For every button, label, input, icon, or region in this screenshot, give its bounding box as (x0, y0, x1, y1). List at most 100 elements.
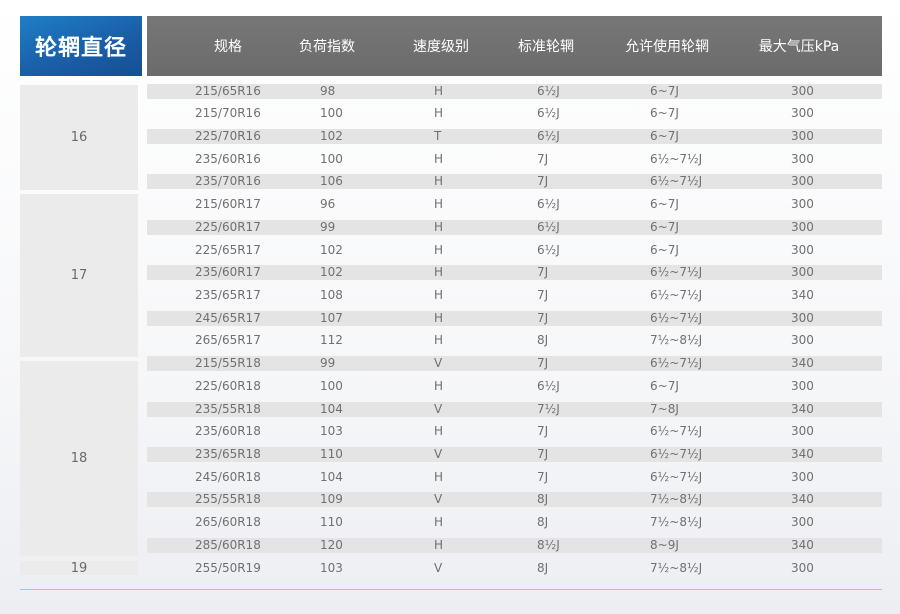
cell-load-index: 100 (320, 106, 343, 120)
table-row: 215/60R17 96 H 6½J 6~7J 300 (147, 197, 882, 212)
cell-max-pressure: 300 (791, 333, 814, 347)
cell-spec: 265/65R17 (195, 333, 261, 347)
cell-standard-rim: 6½J (537, 243, 560, 257)
cell-load-index: 109 (320, 492, 343, 506)
cell-speed-rating: H (434, 424, 444, 438)
cell-allowed-rim: 6~7J (650, 379, 679, 393)
cell-standard-rim: 7J (537, 288, 549, 302)
table-row: 265/65R17 112 H 8J 7½~8½J 300 (147, 333, 882, 348)
rim-size-18: 18 (20, 361, 138, 556)
header-max-pressure: 最大气压kPa (758, 39, 840, 55)
table-row: 265/60R18 110 H 8J 7½~8½J 300 (147, 515, 882, 530)
cell-spec: 235/60R18 (195, 424, 261, 438)
cell-speed-rating: H (434, 197, 444, 211)
table-row: 245/65R17 107 H 7J 6½~7½J 300 (147, 311, 882, 326)
cell-load-index: 104 (320, 470, 343, 484)
cell-spec: 235/70R16 (195, 174, 261, 188)
cell-load-index: 96 (320, 197, 336, 211)
cell-load-index: 108 (320, 288, 343, 302)
bottom-divider (20, 589, 882, 590)
cell-load-index: 102 (320, 243, 343, 257)
cell-standard-rim: 6½J (537, 129, 560, 143)
cell-max-pressure: 300 (791, 243, 814, 257)
table-row: 235/65R17 108 H 7J 6½~7½J 340 (147, 288, 882, 303)
cell-spec: 215/60R17 (195, 197, 261, 211)
cell-max-pressure: 300 (791, 515, 814, 529)
cell-standard-rim: 8J (537, 492, 549, 506)
cell-standard-rim: 8J (537, 333, 549, 347)
cell-speed-rating: H (434, 84, 444, 98)
table-row: 225/60R18 100 H 6½J 6~7J 300 (147, 379, 882, 394)
cell-load-index: 100 (320, 152, 343, 166)
cell-allowed-rim: 6½~7½J (650, 288, 703, 302)
cell-allowed-rim: 8~9J (650, 538, 679, 552)
cell-speed-rating: H (434, 515, 444, 529)
cell-spec: 255/50R19 (195, 561, 261, 575)
cell-allowed-rim: 7~8J (650, 402, 679, 416)
cell-max-pressure: 300 (791, 470, 814, 484)
table-header: 规格 负荷指数 速度级别 标准轮辋 允许使用轮辋 最大气压kPa (147, 16, 882, 76)
cell-max-pressure: 300 (791, 174, 814, 188)
cell-load-index: 106 (320, 174, 343, 188)
cell-spec: 225/70R16 (195, 129, 261, 143)
table-row: 235/65R18 110 V 7J 6½~7½J 340 (147, 447, 882, 462)
header-standard-rim: 标准轮辋 (518, 39, 574, 55)
rim-size-17: 17 (20, 194, 138, 357)
table-row: 235/60R17 102 H 7J 6½~7½J 300 (147, 265, 882, 280)
cell-spec: 215/55R18 (195, 356, 261, 370)
cell-allowed-rim: 6½~7½J (650, 152, 703, 166)
cell-speed-rating: H (434, 470, 444, 484)
rim-diameter-title: 轮辋直径 (20, 16, 142, 76)
cell-load-index: 103 (320, 561, 343, 575)
cell-allowed-rim: 6~7J (650, 106, 679, 120)
cell-standard-rim: 7J (537, 356, 549, 370)
cell-load-index: 100 (320, 379, 343, 393)
cell-spec: 235/65R17 (195, 288, 261, 302)
cell-load-index: 99 (320, 356, 336, 370)
cell-max-pressure: 300 (791, 379, 814, 393)
cell-speed-rating: H (434, 106, 444, 120)
header-speed-rating: 速度级别 (413, 39, 469, 55)
cell-spec: 215/70R16 (195, 106, 261, 120)
table-row: 285/60R18 120 H 8½J 8~9J 340 (147, 538, 882, 553)
table-row: 235/70R16 106 H 7J 6½~7½J 300 (147, 174, 882, 189)
cell-standard-rim: 6½J (537, 106, 560, 120)
table-row: 235/55R18 104 V 7½J 7~8J 340 (147, 402, 882, 417)
table-row: 255/50R19 103 V 8J 7½~8½J 300 (147, 561, 882, 576)
cell-spec: 255/55R18 (195, 492, 261, 506)
cell-standard-rim: 7J (537, 447, 549, 461)
rim-size-16: 16 (20, 85, 138, 190)
cell-max-pressure: 340 (791, 288, 814, 302)
cell-load-index: 98 (320, 84, 336, 98)
cell-speed-rating: T (434, 129, 442, 143)
cell-load-index: 112 (320, 333, 343, 347)
cell-max-pressure: 300 (791, 265, 814, 279)
cell-max-pressure: 300 (791, 84, 814, 98)
table-row: 235/60R18 103 H 7J 6½~7½J 300 (147, 424, 882, 439)
cell-load-index: 102 (320, 265, 343, 279)
cell-max-pressure: 300 (791, 311, 814, 325)
cell-speed-rating: V (434, 492, 443, 506)
cell-spec: 235/65R18 (195, 447, 261, 461)
cell-max-pressure: 300 (791, 220, 814, 234)
cell-speed-rating: V (434, 402, 443, 416)
cell-spec: 265/60R18 (195, 515, 261, 529)
cell-spec: 235/55R18 (195, 402, 261, 416)
cell-max-pressure: 300 (791, 561, 814, 575)
cell-max-pressure: 340 (791, 447, 814, 461)
cell-spec: 235/60R17 (195, 265, 261, 279)
cell-speed-rating: H (434, 538, 444, 552)
table-row: 225/65R17 102 H 6½J 6~7J 300 (147, 243, 882, 258)
cell-max-pressure: 300 (791, 152, 814, 166)
cell-standard-rim: 7J (537, 424, 549, 438)
cell-allowed-rim: 6~7J (650, 129, 679, 143)
table-row: 215/65R16 98 H 6½J 6~7J 300 (147, 84, 882, 99)
cell-load-index: 110 (320, 447, 343, 461)
cell-allowed-rim: 7½~8½J (650, 492, 703, 506)
cell-load-index: 104 (320, 402, 343, 416)
cell-spec: 215/65R16 (195, 84, 261, 98)
cell-spec: 235/60R16 (195, 152, 261, 166)
cell-allowed-rim: 6½~7½J (650, 447, 703, 461)
cell-spec: 245/65R17 (195, 311, 261, 325)
cell-speed-rating: H (434, 174, 444, 188)
